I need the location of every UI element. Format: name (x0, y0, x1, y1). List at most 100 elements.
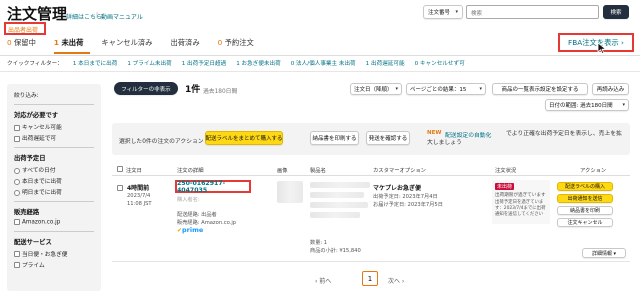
sidebar-filter-cancel[interactable]: キャンセル可能 (14, 122, 94, 131)
order-id-text: 250-0162917-4047035 (177, 179, 226, 194)
quick-filter-item[interactable]: 1 本日までに出荷 (73, 59, 118, 67)
subtotal: 商品の小計: ¥15,840 (310, 248, 361, 254)
ship-by-date: 出荷予定日: 2023年7月4日 (373, 194, 438, 200)
sidebar-heading: 販売経路 (14, 209, 40, 216)
tab-count: 0 (217, 38, 223, 47)
channel-row: 配送経路: 出品者 (177, 211, 217, 218)
sidebar-filter-prime[interactable]: プライム (14, 260, 94, 269)
order-period: 過去180日間 (203, 89, 238, 95)
sidebar-heading: 配送サービス (14, 238, 52, 246)
product-name-blurred (310, 212, 360, 218)
filter-label: Amazon.co.jp (22, 219, 61, 226)
filter-label: すべての日付 (22, 168, 56, 174)
table-header: 注文日 注文の詳細 画像 製品名 カスタマーオプション 注文状況 アクション (112, 164, 630, 176)
filter-label: 当日便・お急ぎ便 (22, 251, 68, 258)
active-tab-underline (54, 52, 90, 54)
quick-filter-item[interactable]: 0 キャンセルせず可 (415, 59, 465, 67)
search-type-select[interactable]: 注文番号 ▾ (423, 5, 463, 19)
list-settings-button[interactable]: 商品の一覧表示設定を設定する (492, 83, 588, 95)
tabs-divider (0, 55, 640, 56)
search-input[interactable]: 検索 (466, 5, 599, 19)
date-range-select[interactable]: 日付の範囲: 過去180日間 ▾ (545, 99, 629, 111)
cancel-order-button[interactable]: 注文キャンセル (557, 218, 613, 227)
refresh-button[interactable]: 再読み込み (592, 83, 629, 95)
sidebar-filter-all-dates[interactable]: すべての日付 (14, 165, 94, 174)
sort-label: 注文日（降順） (354, 87, 393, 93)
checkbox[interactable] (14, 135, 20, 142)
checkbox[interactable] (14, 124, 20, 131)
radio-button[interactable] (14, 167, 20, 174)
quick-filter-item[interactable]: 0 法人/個人事業主 未出荷 (291, 59, 356, 67)
tab-unshipped[interactable]: 1 未出荷 (54, 38, 84, 52)
column-header: 画像 (277, 168, 288, 174)
tab-label: キャンセル済み (101, 38, 153, 47)
seller-fulfilled-label[interactable]: 出品者出荷 (4, 22, 46, 35)
sidebar-filter-late[interactable]: 出荷遅延で可 (14, 133, 94, 142)
buy-label-button[interactable]: 配送ラベルの購入 (557, 182, 613, 191)
filter-sidebar: 絞り込み: 対応が必要です キャンセル可能 出荷遅延で可 出荷予定日 すべての日… (7, 84, 101, 291)
quick-filter-item[interactable]: 1 お急ぎ便未出荷 (236, 59, 281, 67)
filter-label: 本日までに出荷 (22, 179, 62, 185)
quick-filter-item[interactable]: 1 出荷遅延可能 (366, 59, 405, 67)
tab-preorder[interactable]: 0 予約注文 (218, 38, 254, 52)
quantity: 数量: 1 (310, 240, 328, 246)
sidebar-filter-amazon[interactable]: Amazon.co.jp (14, 219, 94, 226)
column-header: 注文の詳細 (177, 168, 204, 174)
sidebar-filter-today[interactable]: 本日までに出荷 (14, 176, 94, 185)
next-page-link[interactable]: 次へ › (388, 276, 404, 285)
sidebar-filter-express[interactable]: 当日便・お急ぎ便 (14, 249, 94, 258)
product-image-blurred (277, 181, 303, 203)
order-time-ago: 4時間前 (127, 185, 150, 192)
column-header: 注文日 (126, 168, 142, 174)
deliver-by-date: お届け予定日: 2023年7月5日 (373, 202, 443, 208)
current-page[interactable]: 1 (362, 271, 378, 286)
sidebar-heading: 出荷予定日 (14, 155, 46, 162)
sales-channel-value: Amazon.co.jp (201, 220, 237, 226)
search-button[interactable]: 検索 (603, 5, 629, 19)
confirm-shipment-button[interactable]: 発送を確認する (366, 131, 410, 145)
product-name-blurred (310, 192, 364, 198)
search-type-label: 注文番号 (428, 10, 451, 16)
row-checkbox[interactable] (117, 185, 123, 191)
page-title: 注文管理 (7, 5, 68, 23)
sidebar-heading: 対応が必要です (14, 112, 59, 119)
fba-orders-link[interactable]: FBA注文を表示 › (558, 33, 634, 52)
selected-actions-label: 選択した0件の注文のアクション (119, 139, 204, 145)
channel-label: 配送経路: (177, 212, 200, 218)
sales-channel-row: 販売経路: Amazon.co.jp (177, 219, 236, 226)
column-header: 製品名 (310, 168, 326, 174)
filter-label: 明日までに出荷 (22, 190, 62, 196)
tab-cancelled[interactable]: キャンセル済み (101, 38, 152, 52)
send-ship-confirm-button[interactable]: 出荷通知を送信 (557, 194, 613, 203)
tab-label: 予約注文 (224, 38, 254, 47)
order-tabs: 0 保留中 1 未出荷 キャンセル済み 出荷済み 0 予約注文 (7, 38, 254, 52)
select-all-checkbox[interactable] (117, 166, 123, 172)
divider (14, 230, 94, 232)
page-results-label: ページごとの結果：15 (410, 87, 467, 93)
tab-shipped[interactable]: 出荷済み (170, 38, 199, 52)
sidebar-title: 絞り込み: (14, 93, 39, 99)
page-results-select[interactable]: ページごとの結果：15 ▾ (406, 83, 486, 95)
order-id-link[interactable]: 250-0162917-4047035 (175, 179, 251, 194)
sort-select[interactable]: 注文日（降順） ▾ (350, 83, 402, 95)
checkbox[interactable] (14, 219, 20, 225)
prev-page-link[interactable]: ‹ 前へ (315, 276, 331, 285)
radio-button[interactable] (14, 178, 20, 185)
checkbox[interactable] (14, 251, 20, 257)
tab-pending[interactable]: 0 保留中 (7, 38, 36, 52)
print-slip-row-button[interactable]: 納品書を印刷 (557, 206, 613, 215)
hide-filters-button[interactable]: フィルターの非表示 (114, 82, 178, 95)
filter-label: キャンセル可能 (22, 125, 62, 131)
divider (14, 201, 94, 202)
column-header: カスタマーオプション (373, 168, 426, 174)
sidebar-filter-tomorrow[interactable]: 明日までに出荷 (14, 187, 94, 196)
quick-filter-item[interactable]: 1 プライム未出荷 (127, 59, 171, 67)
checkbox[interactable] (14, 262, 20, 268)
more-details-button[interactable]: 詳細情報 ▾ (582, 248, 626, 258)
filter-label: プライム (22, 262, 45, 269)
quick-filter-item[interactable]: 1 出荷予定日超過 (182, 59, 227, 67)
radio-button[interactable] (14, 189, 20, 196)
video-manual-link[interactable]: 動画マニュアル (101, 12, 143, 21)
print-slip-button[interactable]: 納品書を印刷する (310, 131, 359, 145)
bulk-buy-labels-button[interactable]: 配送ラベルをまとめて購入する (205, 131, 283, 145)
